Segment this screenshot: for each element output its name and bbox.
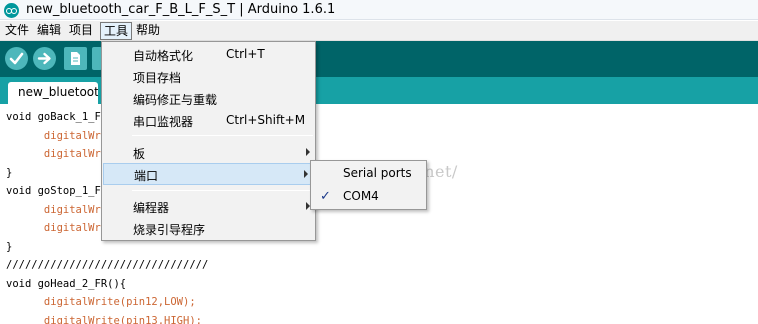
- menu-item-shortcut: Ctrl+Shift+M: [226, 113, 306, 127]
- menu-file[interactable]: 文件: [2, 22, 32, 40]
- submenu-item-com4[interactable]: ✓ COM4: [311, 185, 426, 207]
- right-arrow-icon: [37, 52, 51, 65]
- menu-bar: 文件 编辑 项目 工具 帮助: [0, 21, 758, 41]
- submenu-item-label: COM4: [343, 189, 379, 203]
- submenu-item-serial-ports: Serial ports: [311, 162, 426, 184]
- menu-item-label: 项目存档: [133, 71, 182, 85]
- menu-item-burn-bootloader[interactable]: 烧录引导程序: [102, 217, 315, 239]
- checkmark-icon: ✓: [320, 189, 331, 204]
- code-line: void goHead_2_FR(){: [6, 277, 127, 290]
- verify-button[interactable]: [5, 47, 28, 70]
- menu-item-label: 编码修正与重载: [133, 93, 218, 107]
- menu-separator: [132, 190, 313, 191]
- new-button[interactable]: [64, 47, 87, 70]
- menu-tools[interactable]: 工具: [100, 22, 133, 40]
- arduino-logo-icon: [4, 3, 19, 18]
- menu-item-label: 编程器: [133, 201, 170, 215]
- menu-item-label: 板: [133, 147, 146, 161]
- menu-item-programmer[interactable]: 编程器: [102, 195, 315, 217]
- tools-menu: 自动格式化 Ctrl+T 项目存档 编码修正与重载 串口监视器 Ctrl+Shi…: [101, 41, 316, 241]
- code-line: ////////////////////////////////: [6, 259, 209, 271]
- menu-item-label: 串口监视器: [133, 115, 194, 129]
- menu-item-shortcut: Ctrl+T: [226, 47, 265, 61]
- menu-item-label: 端口: [134, 169, 159, 183]
- window-title: new_bluetooth_car_F_B_L_F_S_T | Arduino …: [26, 2, 336, 17]
- menu-item-board[interactable]: 板: [102, 141, 315, 163]
- title-bar: new_bluetooth_car_F_B_L_F_S_T | Arduino …: [0, 0, 758, 20]
- code-line: digitalWrite(pin13,HIGH);: [6, 314, 202, 324]
- upload-button[interactable]: [33, 47, 56, 70]
- menu-item-fix-encoding[interactable]: 编码修正与重载: [102, 87, 315, 109]
- menu-item-auto-format[interactable]: 自动格式化 Ctrl+T: [102, 43, 315, 65]
- menu-edit[interactable]: 编辑: [34, 22, 64, 40]
- menu-item-port[interactable]: 端口: [103, 163, 314, 185]
- tab-sketch[interactable]: new_bluetooth: [8, 82, 98, 104]
- port-submenu: Serial ports ✓ COM4: [310, 160, 427, 210]
- submenu-item-label: Serial ports: [343, 166, 412, 180]
- menu-sketch[interactable]: 项目: [66, 22, 96, 40]
- menu-separator: [132, 135, 313, 136]
- new-file-icon: [71, 52, 80, 65]
- menu-item-label: 自动格式化: [133, 49, 194, 63]
- menu-item-label: 烧录引导程序: [133, 223, 206, 237]
- menu-help[interactable]: 帮助: [133, 22, 163, 40]
- checkmark-icon: [9, 52, 24, 65]
- menu-item-archive-sketch[interactable]: 项目存档: [102, 65, 315, 87]
- submenu-arrow-icon: [306, 148, 310, 156]
- menu-item-serial-monitor[interactable]: 串口监视器 Ctrl+Shift+M: [102, 109, 315, 131]
- code-line: digitalWrite(pin12,LOW);: [6, 296, 196, 308]
- submenu-arrow-icon: [304, 170, 308, 178]
